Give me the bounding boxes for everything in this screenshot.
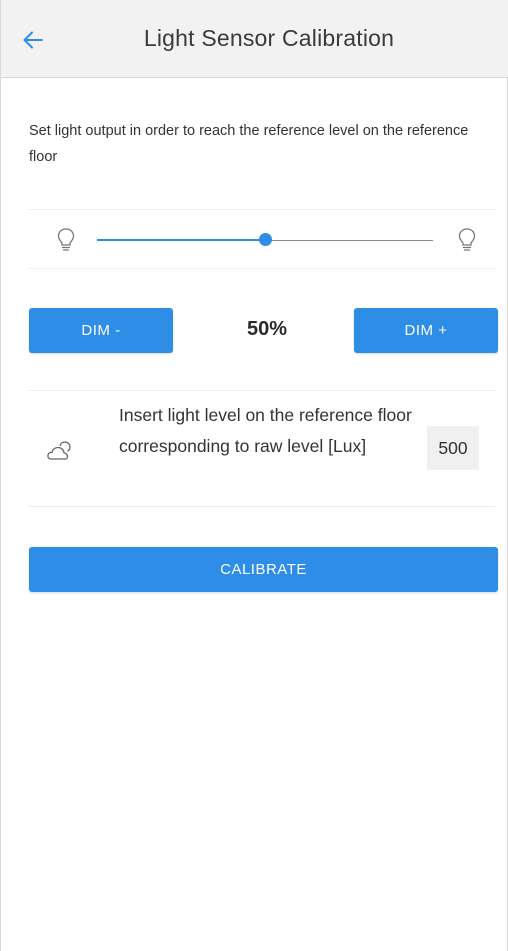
lux-level-input[interactable] [427, 426, 479, 470]
app-bar: Light Sensor Calibration [1, 0, 508, 78]
page-title: Light Sensor Calibration [143, 25, 395, 51]
lightbulb-bright-icon [458, 228, 476, 251]
lux-level-label: Insert light level on the reference floo… [119, 405, 412, 456]
divider [29, 268, 495, 269]
dim-percent-value: 50% [246, 318, 288, 340]
divider [29, 209, 495, 210]
instruction-text: Set light output in order to reach the r… [29, 123, 469, 165]
light-output-slider[interactable] [97, 226, 433, 254]
slider-track-filled [97, 239, 265, 241]
divider [29, 506, 495, 507]
calibrate-button[interactable]: CALIBRATE [29, 547, 498, 592]
divider [29, 390, 495, 391]
dim-plus-button[interactable]: DIM + [354, 308, 498, 353]
dim-minus-button[interactable]: DIM - [29, 308, 173, 353]
slider-thumb[interactable] [259, 233, 272, 246]
slider-track [265, 239, 433, 241]
lightbulb-dim-icon [57, 228, 75, 251]
cloud-sun-icon [47, 441, 71, 460]
